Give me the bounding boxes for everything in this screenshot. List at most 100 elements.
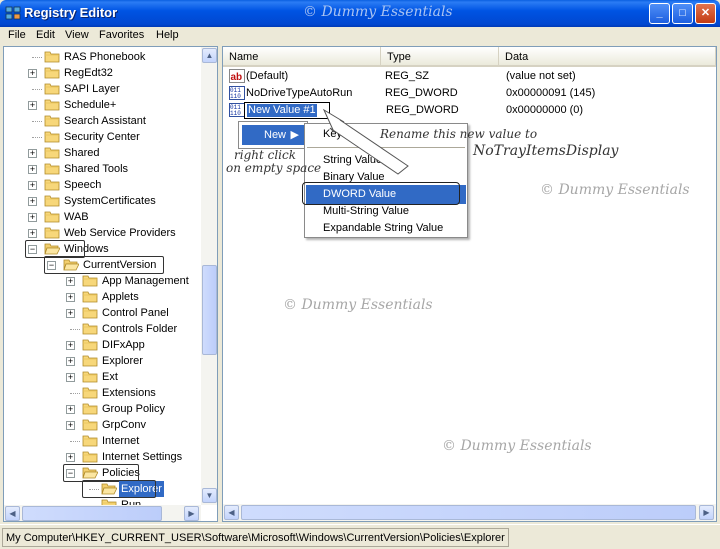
folder-icon — [82, 450, 98, 463]
tree-item[interactable]: + Web Service Providers — [4, 225, 200, 241]
tree-item[interactable]: + Speech — [4, 177, 200, 193]
tree-item[interactable]: + RegEdt32 — [4, 65, 200, 81]
expand-icon[interactable]: + — [66, 293, 75, 302]
folder-icon — [82, 402, 98, 415]
folder-icon — [44, 82, 60, 95]
folder-icon — [44, 146, 60, 159]
tree-item[interactable]: Explorer — [4, 480, 200, 498]
tree-item[interactable]: + Shared — [4, 145, 200, 161]
expand-icon[interactable]: + — [28, 197, 37, 206]
context-menu: New ▶ — [238, 121, 308, 149]
tree-item[interactable]: + Group Policy — [4, 401, 200, 417]
expand-icon[interactable]: + — [66, 421, 75, 430]
tree-item[interactable]: − CurrentVersion — [4, 256, 200, 274]
scroll-h-thumb[interactable] — [22, 506, 162, 521]
value-data: 0x00000091 (145) — [506, 87, 596, 99]
tree-item-label: Ext — [102, 371, 118, 383]
menu-file[interactable]: File — [8, 29, 26, 41]
tree-item[interactable]: Search Assistant — [4, 113, 200, 129]
tree-item[interactable]: − Policies — [4, 464, 200, 482]
menu-item-new[interactable]: New ▶ — [242, 125, 304, 145]
menu-bar: File Edit View Favorites Help — [0, 27, 720, 46]
value-type: REG_DWORD — [385, 87, 458, 99]
list-horizontal-scrollbar[interactable]: ◀ ▶ — [223, 504, 716, 521]
tree-item[interactable]: Extensions — [4, 385, 200, 401]
scroll-down-button[interactable]: ▼ — [202, 488, 217, 503]
expand-icon[interactable]: + — [28, 165, 37, 174]
expand-icon[interactable]: + — [66, 373, 75, 382]
tree-item[interactable]: + GrpConv — [4, 417, 200, 433]
minimize-button[interactable]: _ — [649, 3, 670, 24]
expand-icon[interactable]: + — [66, 357, 75, 366]
expand-icon[interactable]: + — [28, 213, 37, 222]
close-button[interactable]: ✕ — [695, 3, 716, 24]
watermark: © Dummy Essentials — [303, 4, 453, 20]
title-bar[interactable]: Registry Editor © Dummy Essentials _ □ ✕ — [0, 0, 720, 27]
tree-item[interactable]: + Explorer — [4, 353, 200, 369]
expand-icon[interactable]: + — [28, 149, 37, 158]
tree-vertical-scrollbar[interactable]: ▲ ▼ — [201, 47, 217, 505]
expand-icon[interactable]: + — [66, 277, 75, 286]
menu-help[interactable]: Help — [156, 29, 179, 41]
maximize-button[interactable]: □ — [672, 3, 693, 24]
tree-item[interactable]: + SystemCertificates — [4, 193, 200, 209]
tree-item[interactable]: + Internet Settings — [4, 449, 200, 465]
folder-icon — [82, 274, 98, 287]
menu-view[interactable]: View — [65, 29, 89, 41]
tree-item[interactable]: + WAB — [4, 209, 200, 225]
tree-horizontal-scrollbar[interactable]: ◀ ▶ — [4, 505, 201, 521]
column-header-type[interactable]: Type — [381, 47, 499, 67]
scroll-thumb[interactable] — [202, 265, 217, 355]
tree-item-label: Control Panel — [102, 307, 169, 319]
menu-favorites[interactable]: Favorites — [99, 29, 144, 41]
tree-item[interactable]: RAS Phonebook — [4, 49, 200, 65]
tree-item[interactable]: + Applets — [4, 289, 200, 305]
tree-item[interactable]: + Shared Tools — [4, 161, 200, 177]
expand-icon[interactable]: + — [66, 341, 75, 350]
tree-item[interactable]: Internet — [4, 433, 200, 449]
tree-item-label: App Management — [102, 275, 189, 287]
expand-icon[interactable]: + — [66, 309, 75, 318]
tree-item-label: Shared Tools — [64, 163, 129, 175]
expand-icon[interactable]: + — [66, 405, 75, 414]
scroll-left-button[interactable]: ◀ — [224, 505, 239, 520]
expand-icon[interactable]: + — [28, 101, 37, 110]
folder-icon — [82, 306, 98, 319]
watermark: © Dummy Essentials — [540, 182, 690, 198]
rename-field[interactable]: New Value #1 — [244, 102, 330, 119]
scroll-h-thumb[interactable] — [241, 505, 696, 520]
column-header-name[interactable]: Name — [223, 47, 381, 67]
tree-item[interactable]: Security Center — [4, 129, 200, 145]
expand-icon[interactable]: + — [28, 181, 37, 190]
tree-item-label: Applets — [102, 291, 139, 303]
folder-icon — [82, 370, 98, 383]
expand-icon[interactable]: + — [28, 229, 37, 238]
tree-item[interactable]: Controls Folder — [4, 321, 200, 337]
tree-item[interactable]: − Windows — [4, 240, 200, 258]
svg-text:110: 110 — [230, 93, 241, 100]
tree-item-label: SAPI Layer — [64, 83, 120, 95]
menu-edit[interactable]: Edit — [36, 29, 55, 41]
tree-item-label: Explorer — [102, 355, 143, 367]
tree-item[interactable]: SAPI Layer — [4, 81, 200, 97]
menu-item-multi-string-value[interactable]: Multi-String Value — [323, 203, 409, 220]
scroll-right-button[interactable]: ▶ — [699, 505, 714, 520]
column-header-data[interactable]: Data — [499, 47, 716, 67]
tree-item[interactable]: + Ext — [4, 369, 200, 385]
value-name[interactable]: (Default) — [246, 68, 288, 85]
expand-icon[interactable]: + — [66, 453, 75, 462]
tree-item[interactable]: + DIFxApp — [4, 337, 200, 353]
scroll-up-button[interactable]: ▲ — [202, 48, 217, 63]
scroll-right-button[interactable]: ▶ — [184, 506, 199, 521]
registry-tree[interactable]: RAS Phonebook + RegEdt32 SAPI Layer + Schedul… — [3, 46, 218, 522]
tree-item[interactable]: + Control Panel — [4, 305, 200, 321]
menu-item-expandable-string-value[interactable]: Expandable String Value — [323, 220, 443, 237]
tree-item[interactable]: + App Management — [4, 273, 200, 289]
tree-item-label: Web Service Providers — [64, 227, 176, 239]
expand-icon[interactable]: + — [28, 69, 37, 78]
value-name[interactable]: NoDriveTypeAutoRun — [246, 85, 352, 102]
tree-item-label: Security Center — [64, 131, 140, 143]
folder-icon — [82, 338, 98, 351]
tree-item[interactable]: + Schedule+ — [4, 97, 200, 113]
scroll-left-button[interactable]: ◀ — [5, 506, 20, 521]
